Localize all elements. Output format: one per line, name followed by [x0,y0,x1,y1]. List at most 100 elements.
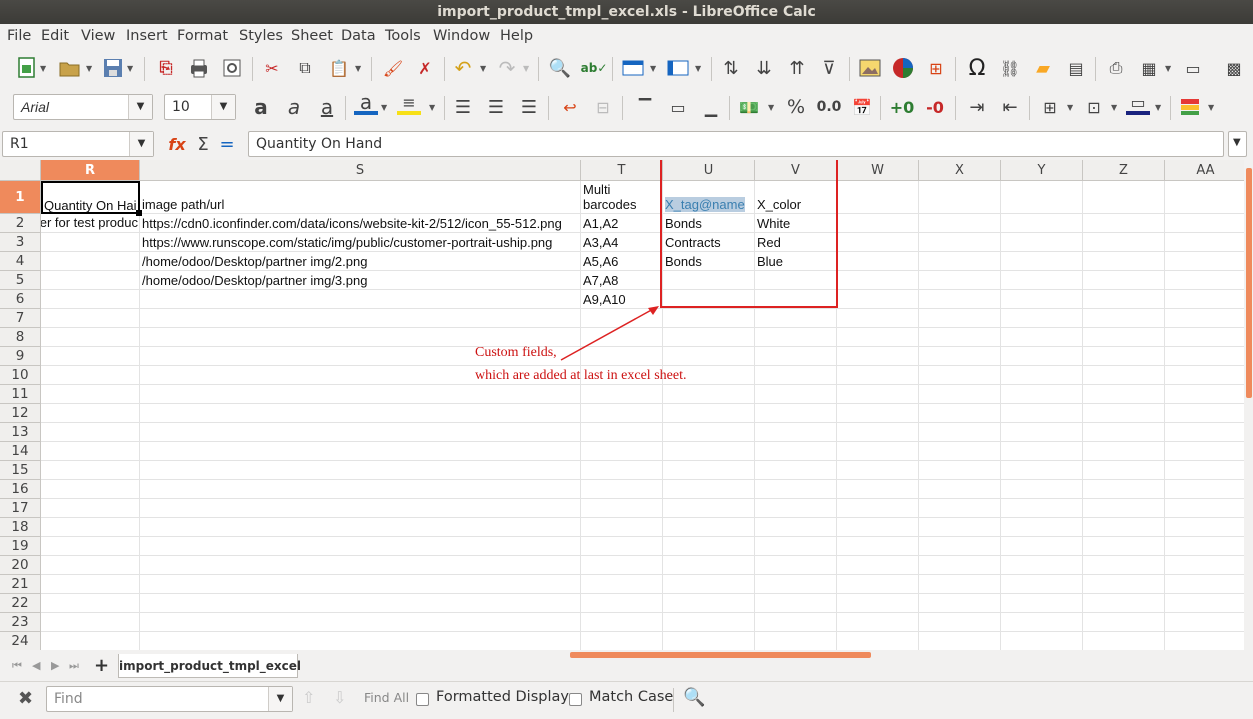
column-header-x[interactable]: X [919,160,1001,181]
print-preview-icon[interactable] [220,56,244,80]
column-header-s[interactable]: S [140,160,581,181]
row-header[interactable]: 15 [0,461,41,480]
comment-icon[interactable]: ▰ [1031,56,1055,80]
close-find-bar-icon[interactable]: ✖ [18,688,33,709]
chevron-down-icon[interactable]: ▼ [1155,103,1161,112]
open-folder-icon[interactable] [58,56,82,80]
add-sheet-icon[interactable]: + [94,655,109,676]
paste-icon[interactable]: 📋 [327,56,351,80]
clear-formatting-icon[interactable]: ✗ [413,56,437,80]
menu-data[interactable]: Data [341,28,376,44]
row-header[interactable]: 22 [0,594,41,613]
sort-icon[interactable]: ⇅ [719,56,743,80]
highlighting-color-icon[interactable]: ≡ [397,93,421,115]
export-pdf-icon[interactable]: ⎘ [154,56,178,80]
cell-s2[interactable]: https://cdn0.iconfinder.com/data/icons/w… [142,216,562,231]
row-header[interactable]: 8 [0,328,41,347]
cell-r1-active[interactable]: Quantity On Hai [41,181,140,214]
match-case-checkbox[interactable] [569,693,582,706]
last-sheet-icon[interactable]: ⏭ [69,659,79,673]
find-all-button[interactable]: Find All [364,690,409,705]
center-vertically-icon[interactable]: ▭ [666,95,690,119]
chevron-down-icon[interactable]: ▼ [128,95,152,119]
sheet-tab-active[interactable]: import_product_tmpl_excel [118,654,301,678]
align-bottom-icon[interactable]: ▁ [699,95,723,119]
sum-icon[interactable]: Σ [191,132,215,156]
increase-indent-icon[interactable]: ⇥ [965,95,989,119]
align-center-icon[interactable]: ☰ [484,95,508,119]
row-header[interactable]: 23 [0,613,41,632]
chevron-down-icon[interactable]: ▼ [695,64,701,73]
column-header-t[interactable]: T [581,160,663,181]
cell-s5[interactable]: /home/odoo/Desktop/partner img/3.png [142,273,367,288]
chevron-down-icon[interactable]: ▼ [268,687,292,711]
cut-icon[interactable]: ✂ [260,56,284,80]
align-left-icon[interactable]: ☰ [451,95,475,119]
number-format-icon[interactable]: 0.0 [815,95,843,119]
chevron-down-icon[interactable]: ▼ [1067,103,1073,112]
align-right-icon[interactable]: ☰ [517,95,541,119]
row-header[interactable]: 5 [0,271,41,290]
cell-s3[interactable]: https://www.runscope.com/static/img/publ… [142,235,552,250]
copy-icon[interactable]: ⧉ [293,56,317,80]
cell-t1-line2[interactable]: barcodes [583,197,636,212]
wrap-text-icon[interactable]: ↩ [558,95,582,119]
chevron-down-icon[interactable]: ▼ [768,103,774,112]
row-header[interactable]: 2 [0,214,41,233]
row-header[interactable]: 18 [0,518,41,537]
row-header[interactable]: 11 [0,385,41,404]
spreadsheet-grid[interactable]: R S T U V W X Y Z AA 1 2 3 4 5 6 7 8 9 1… [0,160,1244,650]
find-input[interactable]: Find ▼ [46,686,293,712]
chevron-down-icon[interactable]: ▼ [129,132,153,156]
font-name-combo[interactable]: Arial ▼ [13,94,153,120]
add-decimal-place-icon[interactable]: +0 [890,95,915,119]
border-color-icon[interactable]: ▭ [1126,93,1150,115]
formatted-display-checkbox[interactable] [416,693,429,706]
split-window-icon[interactable]: ▭ [1181,56,1205,80]
save-icon[interactable] [101,56,125,80]
row-icon[interactable] [621,56,645,80]
borders-icon[interactable]: ⊞ [1038,95,1062,119]
pivot-table-icon[interactable]: ⊞ [924,56,948,80]
vertical-scrollbar[interactable] [1244,160,1253,650]
menu-view[interactable]: View [81,28,115,44]
row-header[interactable]: 9 [0,347,41,366]
align-top-icon[interactable]: ▔ [633,95,657,119]
chevron-down-icon[interactable]: ▼ [1208,103,1214,112]
menu-window[interactable]: Window [433,28,490,44]
hyperlink-icon[interactable]: ⛓ [998,56,1022,80]
undo-icon[interactable]: ↶ [451,56,475,80]
find-replace-icon[interactable]: 🔍 [548,56,572,80]
chart-icon[interactable] [891,56,915,80]
chevron-down-icon[interactable]: ▼ [1165,64,1171,73]
sort-descending-icon[interactable]: ⇊ [752,56,776,80]
chevron-down-icon[interactable]: ▼ [429,103,435,112]
menu-edit[interactable]: Edit [41,28,69,44]
special-character-icon[interactable]: Ω [965,56,989,81]
date-format-icon[interactable]: 📅 [850,95,874,119]
menu-help[interactable]: Help [500,28,533,44]
decrease-indent-icon[interactable]: ⇤ [998,95,1022,119]
row-header[interactable]: 4 [0,252,41,271]
row-header[interactable]: 21 [0,575,41,594]
row-header[interactable]: 19 [0,537,41,556]
column-header-z[interactable]: Z [1083,160,1165,181]
row-header[interactable]: 10 [0,366,41,385]
print-icon[interactable] [187,56,211,80]
next-sheet-icon[interactable]: ▶ [51,659,59,672]
column-header-y[interactable]: Y [1001,160,1083,181]
column-icon[interactable] [666,56,690,80]
chevron-down-icon[interactable]: ▼ [480,64,486,73]
menu-insert[interactable]: Insert [126,28,168,44]
italic-icon[interactable]: a [282,95,306,119]
chevron-down-icon[interactable]: ▼ [650,64,656,73]
define-print-area-icon[interactable]: ⎙ [1104,56,1128,80]
chevron-down-icon[interactable]: ▼ [127,64,133,73]
delete-decimal-place-icon[interactable]: -0 [923,95,947,119]
row-header[interactable]: 3 [0,233,41,252]
row-header[interactable]: 16 [0,480,41,499]
underline-icon[interactable]: a [315,95,339,119]
cell-r2[interactable]: er for test produc [41,215,138,233]
headers-footers-icon[interactable]: ▤ [1064,56,1088,80]
row-header[interactable]: 14 [0,442,41,461]
